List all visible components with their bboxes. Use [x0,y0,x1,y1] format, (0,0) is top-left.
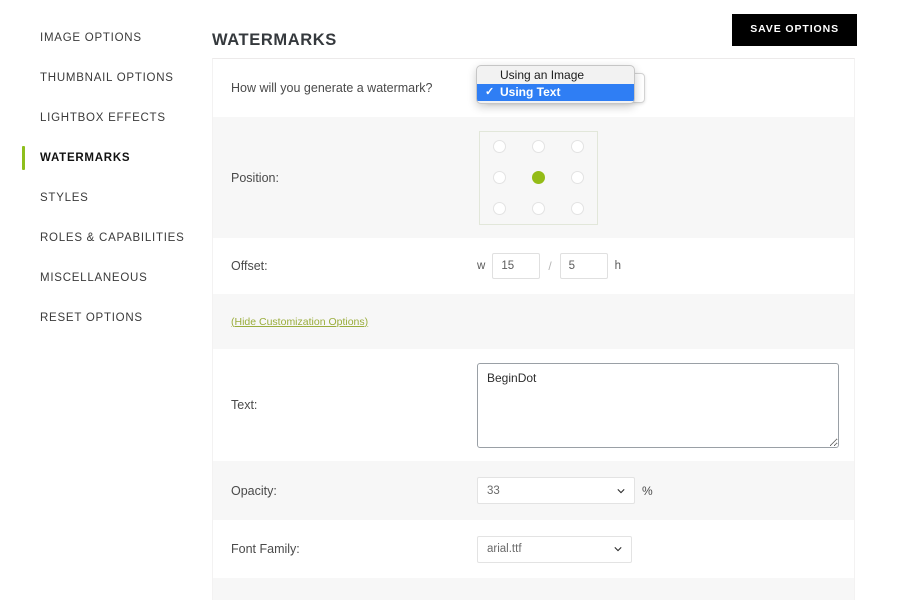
sidebar-item-roles-capabilities[interactable]: ROLES & CAPABILITIES [0,218,212,258]
row-font-family: Font Family: arial.ttf [213,520,854,578]
sidebar-item-image-options[interactable]: IMAGE OPTIONS [0,18,212,58]
save-options-button[interactable]: SAVE OPTIONS [732,14,857,46]
position-dot-bottom-right[interactable] [571,201,584,215]
watermark-settings-panel: How will you generate a watermark? Using… [212,58,855,600]
position-dot-top-center[interactable] [532,140,545,154]
chevron-down-icon [614,547,622,552]
offset-separator: / [548,259,552,273]
watermark-text-textarea[interactable] [477,362,839,448]
sidebar-item-label: ROLES & CAPABILITIES [40,232,185,244]
text-field [477,362,854,448]
row-generate-method: How will you generate a watermark? Using… [213,59,854,117]
position-grid[interactable] [479,130,598,225]
row-text: Text: [213,349,854,461]
font-family-value: arial.ttf [487,543,522,555]
row-customization-toggle: (Hide Customization Options) [213,294,854,349]
check-icon: ✓ [485,86,495,98]
content-header: WATERMARKS SAVE OPTIONS [212,14,900,58]
generate-method-dropdown-popup[interactable]: Using an Image ✓ Using Text [476,65,635,104]
opacity-unit-label: % [642,483,653,498]
sidebar-item-label: WATERMARKS [40,152,131,164]
position-dot-middle-right[interactable] [571,170,584,184]
sidebar-item-miscellaneous[interactable]: MISCELLANEOUS [0,258,212,298]
dropdown-option-label: Using an Image [500,68,585,82]
sidebar-item-watermarks[interactable]: WATERMARKS [0,138,212,178]
opacity-label: Opacity: [231,483,277,498]
position-dot-middle-left[interactable] [493,170,506,184]
sidebar-item-reset-options[interactable]: RESET OPTIONS [0,298,212,338]
generate-method-label: How will you generate a watermark? [231,81,433,95]
row-offset: Offset: w / h [213,238,854,294]
chevron-down-icon [617,488,625,493]
dropdown-option-label: Using Text [500,85,561,99]
sidebar-item-label: RESET OPTIONS [40,312,143,324]
position-dot-bottom-center[interactable] [532,201,545,215]
position-field [477,130,854,225]
sidebar-nav: IMAGE OPTIONS THUMBNAIL OPTIONS LIGHTBOX… [0,0,212,580]
sidebar-item-thumbnail-options[interactable]: THUMBNAIL OPTIONS [0,58,212,98]
options-page: IMAGE OPTIONS THUMBNAIL OPTIONS LIGHTBOX… [0,0,900,600]
position-dot-top-left[interactable] [493,140,506,154]
opacity-value: 33 [487,484,500,497]
page-title: WATERMARKS [212,31,337,50]
sidebar-item-lightbox-effects[interactable]: LIGHTBOX EFFECTS [0,98,212,138]
offset-width-input[interactable] [492,253,541,279]
offset-height-unit-label: h [614,260,622,272]
position-label: Position: [231,170,279,185]
position-dot-bottom-left[interactable] [493,201,506,215]
font-family-field: arial.ttf [477,535,854,563]
active-indicator-bar [22,146,25,170]
opacity-field: 33 % [477,477,854,504]
sidebar-item-label: LIGHTBOX EFFECTS [40,112,166,124]
sidebar-item-styles[interactable]: STYLES [0,178,212,218]
content-area: WATERMARKS SAVE OPTIONS How will you gen… [212,0,900,600]
font-family-select[interactable]: arial.ttf [477,535,632,563]
row-opacity: Opacity: 33 % [213,461,854,520]
offset-width-unit-label: w [477,260,486,272]
font-family-label: Font Family: [231,542,300,556]
opacity-select[interactable]: 33 [477,477,635,504]
dropdown-option-using-text[interactable]: ✓ Using Text [477,84,634,101]
offset-field: w / h [477,253,854,279]
row-position: Position: [213,117,854,238]
hide-customization-options-link[interactable]: (Hide Customization Options) [213,316,368,328]
text-label: Text: [231,398,258,412]
sidebar-item-label: STYLES [40,192,89,204]
sidebar-item-label: MISCELLANEOUS [40,272,148,284]
row-partial-next [213,578,854,600]
sidebar-item-label: IMAGE OPTIONS [40,32,142,44]
dropdown-option-using-an-image[interactable]: Using an Image [477,67,634,84]
offset-height-input[interactable] [559,253,608,279]
offset-label: Offset: [231,259,268,273]
sidebar-item-label: THUMBNAIL OPTIONS [40,72,174,84]
position-dot-top-right[interactable] [571,140,584,154]
position-dot-middle-center[interactable] [532,170,545,184]
